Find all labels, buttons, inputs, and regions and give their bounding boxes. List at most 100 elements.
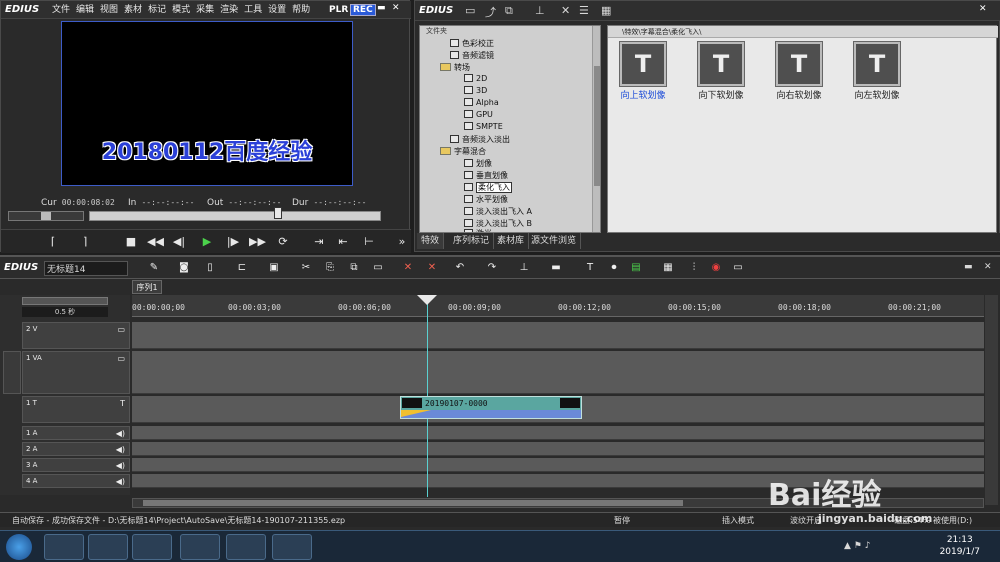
shuttle-slider[interactable] <box>8 211 84 221</box>
menu-help[interactable]: 帮助 <box>289 1 313 19</box>
project-name[interactable]: 无标题14 <box>44 261 128 276</box>
shuttle-knob[interactable] <box>41 212 51 220</box>
redo-icon[interactable]: ↷ <box>484 260 500 276</box>
rec-mode-button[interactable]: REC <box>350 4 376 16</box>
track-lock-icon[interactable]: ▭ <box>117 354 125 363</box>
track-header-4a[interactable]: 4 A ◀) <box>22 474 130 488</box>
delete-icon[interactable]: ✕ <box>561 4 570 17</box>
effect-tile-down-soft-wipe[interactable]: T <box>697 41 745 87</box>
tree-item-horizontal-wipe[interactable]: 水平划像 <box>464 194 508 205</box>
menu-mode[interactable]: 模式 <box>169 1 193 19</box>
timeline-v-scrollbar[interactable] <box>985 295 998 505</box>
tree-item-audio-filter[interactable]: 音频滤镜 <box>450 50 494 61</box>
title-clip[interactable]: 20190107-0000 <box>400 396 582 419</box>
sync-lock[interactable] <box>3 351 21 394</box>
playhead-marker[interactable] <box>417 295 437 305</box>
h-scroll-thumb[interactable] <box>143 500 683 506</box>
track-lane-1a[interactable] <box>132 426 984 440</box>
loop-icon[interactable]: ⟳ <box>275 234 291 250</box>
record-icon[interactable]: ◉ <box>708 260 724 276</box>
insert-icon[interactable]: ⇥ <box>311 234 327 250</box>
taskbar-clock[interactable]: 21:13 2019/1/7 <box>940 534 980 558</box>
menu-render[interactable]: 渲染 <box>217 1 241 19</box>
tray-icons[interactable]: ▲ ⚑ ♪ <box>844 541 870 551</box>
zoom-slider[interactable] <box>22 297 108 305</box>
tree-item-soft-fly-in[interactable]: 柔化飞入 <box>464 182 512 193</box>
tab-bin[interactable]: 素材库 <box>493 233 530 249</box>
properties-icon[interactable]: ☰ <box>579 4 589 17</box>
effect-tile-left-soft-wipe[interactable]: T <box>853 41 901 87</box>
tree-item-alpha[interactable]: Alpha <box>464 98 499 107</box>
menu-view[interactable]: 视图 <box>97 1 121 19</box>
effect-wand-icon[interactable]: ✎ <box>146 260 162 276</box>
track-lane-2a[interactable] <box>132 442 984 456</box>
play-icon[interactable]: ▶ <box>199 234 215 250</box>
speaker-icon[interactable]: ◀) <box>116 461 125 470</box>
tree-item-2d[interactable]: 2D <box>464 74 487 83</box>
menu-marker[interactable]: 标记 <box>145 1 169 19</box>
track-header-3a[interactable]: 3 A ◀) <box>22 458 130 472</box>
stop-icon[interactable]: ■ <box>123 234 139 250</box>
ripple-delete-icon[interactable]: ✕ <box>424 260 440 276</box>
tree-item-fade-fly-in-a[interactable]: 淡入淡出飞入 A <box>464 206 532 217</box>
copy-clip-icon[interactable]: ⎘ <box>322 260 338 276</box>
up-folder-icon[interactable]: ⤴ <box>485 4 496 20</box>
effect-tile-right-soft-wipe[interactable]: T <box>775 41 823 87</box>
taskbar-app-firefox-icon[interactable] <box>180 534 220 560</box>
close-icon[interactable]: ✕ <box>392 3 400 13</box>
save-icon[interactable]: ▣ <box>266 260 282 276</box>
menu-edit[interactable]: 编辑 <box>73 1 97 19</box>
copy-icon[interactable]: ⧉ <box>505 4 513 18</box>
tree-item-audio-fade[interactable]: 音频淡入淡出 <box>450 134 510 145</box>
taskbar-app-qq-icon[interactable] <box>88 534 128 560</box>
render-icon[interactable]: ▤ <box>628 260 644 276</box>
speaker-icon[interactable]: ◀) <box>116 445 125 454</box>
tree-item-wipe[interactable]: 划像 <box>464 158 492 169</box>
track-lane-2v[interactable] <box>132 322 984 349</box>
paste-icon[interactable]: ⧉ <box>346 260 362 276</box>
tab-effects[interactable]: 特效 <box>417 233 445 249</box>
view-icon[interactable]: ▦ <box>601 4 611 17</box>
track-header-1va[interactable]: 1 VA ▭ <box>22 351 130 394</box>
overwrite-icon[interactable]: ⇤ <box>335 234 351 250</box>
set-out-icon[interactable]: ⌉ <box>77 234 93 250</box>
fast-forward-icon[interactable]: ▶▶ <box>249 234 266 250</box>
open-icon[interactable]: ⊏ <box>234 260 250 276</box>
step-back-icon[interactable]: ◀| <box>171 234 187 250</box>
timeline-close-icon[interactable]: ✕ <box>984 262 992 272</box>
scrub-knob[interactable] <box>274 207 282 219</box>
tree-folder-transition[interactable]: 转场 <box>440 62 470 73</box>
timeline-ruler[interactable]: 00:00:00;00 00:00:03;00 00:00:06;00 00:0… <box>132 295 984 317</box>
effects-close-icon[interactable]: ✕ <box>979 4 987 14</box>
insert-mode-status[interactable]: 插入模式 <box>722 515 754 526</box>
tab-sequence-marker[interactable]: 序列标记 <box>449 233 495 249</box>
sequence-tab[interactable]: 序列1 <box>132 280 162 294</box>
tree-item-smpte[interactable]: SMPTE <box>464 122 503 131</box>
tree-scroll-thumb[interactable] <box>594 66 600 186</box>
mic-icon[interactable]: ⏺ <box>606 260 622 276</box>
delete-clip-icon[interactable]: ✕ <box>400 260 416 276</box>
apply-icon[interactable]: ⊥ <box>535 4 545 17</box>
tab-source-browser[interactable]: 源文件浏览 <box>527 233 582 249</box>
speaker-icon[interactable]: ◀) <box>116 477 125 486</box>
cut-icon[interactable]: ✂ <box>298 260 314 276</box>
fade-handle-icon[interactable] <box>401 410 431 417</box>
minimize-icon[interactable]: ▬ <box>377 3 386 13</box>
undo-icon[interactable]: ↶ <box>452 260 468 276</box>
layout-icon[interactable]: ▦ <box>660 260 676 276</box>
scrub-bar[interactable] <box>89 211 381 221</box>
menu-settings[interactable]: 设置 <box>265 1 289 19</box>
timeline-minimize-icon[interactable]: ▬ <box>964 262 973 272</box>
camera-icon[interactable]: ◙ <box>176 260 192 276</box>
track-lock-icon[interactable]: ▭ <box>117 325 125 334</box>
tree-folder-title-mix[interactable]: 字幕混合 <box>440 146 486 157</box>
tree-scrollbar[interactable] <box>592 26 600 232</box>
tree-item-vertical-wipe[interactable]: 垂直划像 <box>464 170 508 181</box>
track-header-2a[interactable]: 2 A ◀) <box>22 442 130 456</box>
menu-capture[interactable]: 采集 <box>193 1 217 19</box>
more-icon[interactable]: » <box>394 234 410 250</box>
menu-clip[interactable]: 素材 <box>121 1 145 19</box>
tree-item-gpu[interactable]: GPU <box>464 110 493 119</box>
start-button-icon[interactable] <box>6 534 32 560</box>
mark-icon[interactable]: ⊢ <box>361 234 377 250</box>
